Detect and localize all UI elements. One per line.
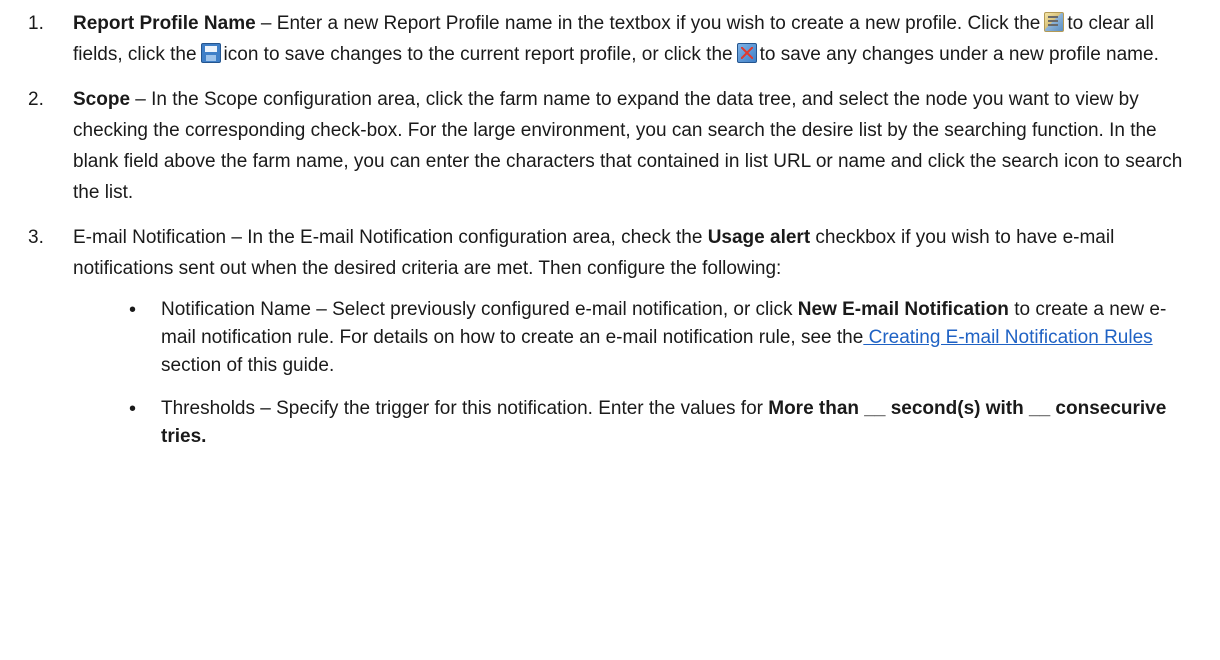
creating-email-notification-rules-link[interactable]: Creating E-mail Notification Rules [863, 327, 1153, 348]
description-text: E-mail Notification – In the E-mail Noti… [73, 227, 708, 248]
bullet: • [129, 299, 137, 321]
document-page: 1. Report Profile Name – Enter a new Rep… [0, 0, 1220, 660]
term-usage-alert: Usage alert [707, 227, 811, 248]
sub-list: • Notification Name – Select previously … [28, 296, 1190, 451]
sub-item-thresholds: • Thresholds – Specify the trigger for t… [129, 395, 1190, 451]
list-number: 1. [28, 13, 44, 34]
list-number: 3. [28, 227, 44, 248]
sub-item-text: Notification Name – Select previously co… [161, 296, 1190, 380]
save-icon [200, 43, 221, 63]
description-text: – In the Scope configuration area, click… [73, 89, 1183, 203]
save-as-icon [736, 43, 757, 63]
sub-item-notification-name: • Notification Name – Select previously … [129, 296, 1190, 380]
sub-item-text: Thresholds – Specify the trigger for thi… [161, 395, 1190, 451]
clear-fields-icon [1044, 12, 1065, 32]
term-report-profile-name: Report Profile Name [73, 13, 256, 34]
term-new-email-notification: New E-mail Notification [797, 299, 1009, 320]
description-text: icon to save changes to the current repo… [223, 44, 733, 65]
list-item-text: Scope – In the Scope configuration area,… [73, 84, 1190, 208]
description-text: to save any changes under a new profile … [759, 44, 1159, 65]
list-item-email-notification: 3. E-mail Notification – In the E-mail N… [28, 222, 1190, 284]
list-number: 2. [28, 89, 44, 110]
list-item-text: Report Profile Name – Enter a new Report… [73, 8, 1190, 70]
list-item-scope: 2. Scope – In the Scope configuration ar… [28, 84, 1190, 208]
description-text: Notification Name – Select previously co… [161, 299, 798, 320]
list-item-text: E-mail Notification – In the E-mail Noti… [73, 222, 1190, 284]
term-scope: Scope [73, 89, 131, 110]
description-text: section of this guide. [161, 355, 335, 376]
description-text: – Enter a new Report Profile name in the… [255, 13, 1041, 34]
list-item-report-profile-name: 1. Report Profile Name – Enter a new Rep… [28, 8, 1190, 70]
bullet: • [129, 398, 137, 420]
description-text: Thresholds – Specify the trigger for thi… [161, 398, 769, 419]
